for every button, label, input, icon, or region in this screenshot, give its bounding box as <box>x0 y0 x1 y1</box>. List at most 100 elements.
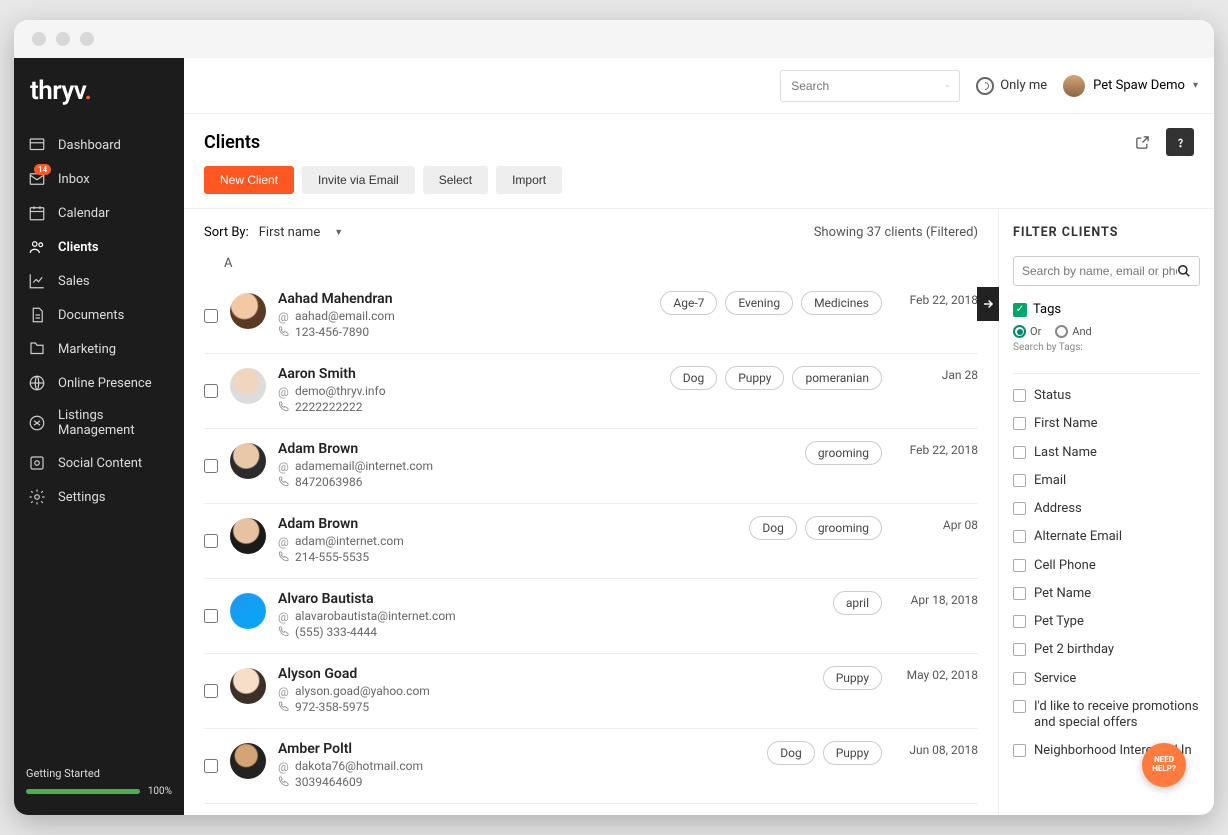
filter-tags-and-radio[interactable]: And <box>1055 325 1091 338</box>
client-tag[interactable]: pomeranian <box>792 366 882 390</box>
sidebar-item-sales[interactable]: Sales <box>14 264 184 298</box>
filter-option[interactable]: Service <box>1013 671 1200 687</box>
client-tags: Dog grooming <box>749 516 882 540</box>
client-name: Alvaro Bautista <box>278 591 821 607</box>
client-name: Aahad Mahendran <box>278 291 648 307</box>
sort-select[interactable]: First name ▼ <box>259 225 343 240</box>
user-menu[interactable]: Pet Spaw Demo ▾ <box>1063 75 1198 97</box>
client-checkbox[interactable] <box>204 684 218 698</box>
only-me-toggle[interactable]: Only me <box>976 77 1047 95</box>
filter-search-input[interactable] <box>1022 264 1177 278</box>
client-tag[interactable]: Dog <box>767 741 814 765</box>
at-icon: @ <box>278 535 290 547</box>
client-tag[interactable]: Medicines <box>801 291 882 315</box>
client-phone: 214-555-5535 <box>278 550 737 564</box>
select-button[interactable]: Select <box>423 166 488 194</box>
client-checkbox[interactable] <box>204 384 218 398</box>
sidebar-item-social-content[interactable]: Social Content <box>14 446 184 480</box>
filter-option[interactable]: Status <box>1013 388 1200 404</box>
sidebar-item-label: Documents <box>58 308 124 323</box>
sidebar-item-calendar[interactable]: Calendar <box>14 196 184 230</box>
client-date: Feb 22, 2018 <box>894 291 978 307</box>
phone-icon <box>278 626 290 638</box>
new-client-button[interactable]: New Client <box>204 166 294 194</box>
invite-via-email-button[interactable]: Invite via Email <box>302 166 415 194</box>
at-icon: @ <box>278 460 290 472</box>
client-avatar <box>230 668 266 704</box>
filter-option[interactable]: Pet Name <box>1013 586 1200 602</box>
client-tag[interactable]: april <box>833 591 882 615</box>
client-list[interactable]: AAahad Mahendran@aahad@email.com123-456-… <box>184 250 998 815</box>
filter-panel: FILTER CLIENTS ✓ Tags Or And Search by T… <box>998 209 1214 815</box>
client-row[interactable]: Adam Brown@adamemail@internet.com8472063… <box>204 429 978 504</box>
alpha-section-header: A <box>204 250 978 279</box>
filter-search[interactable] <box>1013 256 1200 286</box>
filter-option-label: Email <box>1034 473 1066 489</box>
sidebar-item-dashboard[interactable]: Dashboard <box>14 128 184 162</box>
checkbox-icon <box>1013 744 1026 757</box>
filter-option[interactable]: Email <box>1013 473 1200 489</box>
client-row[interactable]: Amber Poltl@dakota76@hotmail.com30394646… <box>204 729 978 804</box>
checkbox-icon <box>1013 643 1026 656</box>
client-row[interactable]: Amber AndersonrepairFeb 22, 2018 <box>204 804 978 815</box>
client-phone: 972-358-5975 <box>278 700 811 714</box>
filter-option[interactable]: Pet Type <box>1013 614 1200 630</box>
client-tag[interactable]: Puppy <box>823 741 882 765</box>
client-checkbox[interactable] <box>204 309 218 323</box>
phone-icon <box>278 476 290 488</box>
client-checkbox[interactable] <box>204 459 218 473</box>
filter-option[interactable]: Pet 2 birthday <box>1013 642 1200 658</box>
global-search-input[interactable] <box>791 79 946 93</box>
client-checkbox[interactable] <box>204 759 218 773</box>
client-tag[interactable]: Puppy <box>725 366 784 390</box>
sort-row: Sort By: First name ▼ Showing 37 clients… <box>184 209 998 250</box>
client-row[interactable]: Aahad Mahendran@aahad@email.com123-456-7… <box>204 279 978 354</box>
filter-option[interactable]: Cell Phone <box>1013 558 1200 574</box>
sidebar-item-clients[interactable]: Clients <box>14 230 184 264</box>
help-button[interactable] <box>1166 128 1194 156</box>
client-tag[interactable]: Dog <box>749 516 796 540</box>
filter-option[interactable]: Alternate Email <box>1013 529 1200 545</box>
at-icon: @ <box>278 760 290 772</box>
sidebar-item-label: Social Content <box>58 456 142 471</box>
sidebar-item-inbox[interactable]: Inbox14 <box>14 162 184 196</box>
filter-option[interactable]: First Name <box>1013 416 1200 432</box>
sidebar-item-online-presence[interactable]: Online Presence <box>14 366 184 400</box>
page-header: Clients New Client Invite via Email Sele… <box>184 114 1214 198</box>
getting-started-progress[interactable]: Getting Started 100% <box>14 755 184 815</box>
client-avatar <box>230 368 266 404</box>
sidebar-item-documents[interactable]: Documents <box>14 298 184 332</box>
share-button[interactable] <box>1128 128 1156 156</box>
at-icon: @ <box>278 385 290 397</box>
at-icon: @ <box>278 685 290 697</box>
sidebar-item-listings-management[interactable]: Listings Management <box>14 400 184 446</box>
sidebar-item-marketing[interactable]: Marketing <box>14 332 184 366</box>
client-tag[interactable]: Puppy <box>823 666 882 690</box>
client-tag[interactable]: Evening <box>725 291 793 315</box>
client-tag[interactable]: grooming <box>805 441 882 465</box>
global-search[interactable] <box>780 70 960 102</box>
divider <box>1013 373 1200 374</box>
client-tag[interactable]: Dog <box>670 366 717 390</box>
client-row[interactable]: Adam Brown@adam@internet.com214-555-5535… <box>204 504 978 579</box>
need-help-button[interactable]: NEED HELP? <box>1142 743 1186 787</box>
checkbox-icon <box>1013 502 1026 515</box>
client-row[interactable]: Aaron Smith@demo@thryv.info2222222222Dog… <box>204 354 978 429</box>
client-tag[interactable]: grooming <box>805 516 882 540</box>
client-checkbox[interactable] <box>204 534 218 548</box>
import-button[interactable]: Import <box>496 166 562 194</box>
client-name: Adam Brown <box>278 516 737 532</box>
filter-option[interactable]: Last Name <box>1013 445 1200 461</box>
client-tag[interactable]: Age-7 <box>660 291 717 315</box>
filter-tags-or-radio[interactable]: Or <box>1013 325 1041 338</box>
collapse-filter-handle[interactable] <box>977 287 999 321</box>
sidebar-item-settings[interactable]: Settings <box>14 480 184 514</box>
client-row[interactable]: Alyson Goad@alyson.goad@yahoo.com972-358… <box>204 654 978 729</box>
client-checkbox[interactable] <box>204 609 218 623</box>
client-row[interactable]: Alvaro Bautista@alavarobautista@internet… <box>204 579 978 654</box>
filter-option[interactable]: I'd like to receive promotions and speci… <box>1013 699 1200 732</box>
filter-option[interactable]: Address <box>1013 501 1200 517</box>
filter-tags-checkbox[interactable]: ✓ Tags <box>1013 302 1200 317</box>
client-email: @alyson.goad@yahoo.com <box>278 684 811 698</box>
traffic-light <box>56 32 70 46</box>
